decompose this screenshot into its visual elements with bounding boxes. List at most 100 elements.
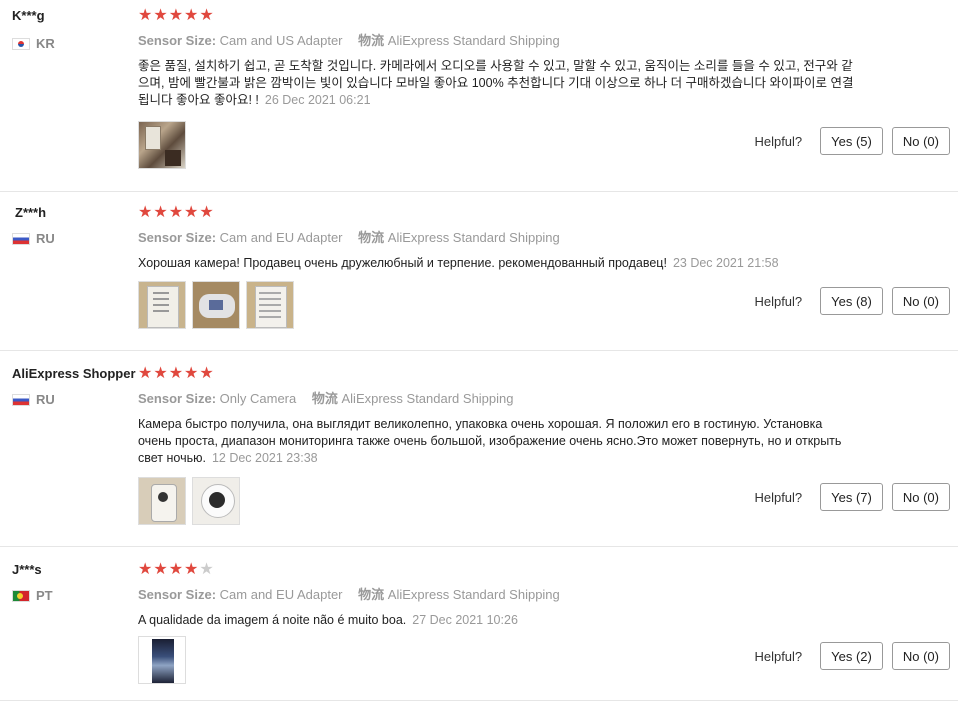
helpful-yes-button[interactable]: Yes (8) [820, 287, 883, 315]
star-filled-icon: ★ [138, 365, 154, 382]
shipping-icon: 物流 [358, 33, 385, 48]
reviewer-info: Z***h RU [12, 205, 137, 246]
helpful-no-button[interactable]: No (0) [891, 127, 950, 155]
reviewer-name: K***g [12, 8, 45, 23]
shipping-value: AliExpress Standard Shipping [387, 587, 560, 602]
review-photo[interactable] [138, 477, 186, 525]
sensor-value: Cam and EU Adapter [219, 587, 343, 602]
shipping-icon: 物流 [358, 587, 385, 602]
review-photos [138, 121, 186, 169]
review-meta: Sensor Size: Cam and EU Adapter 物流 AliEx… [138, 230, 858, 246]
helpful-no-button[interactable]: No (0) [891, 287, 950, 315]
star-filled-icon: ★ [153, 365, 169, 382]
star-filled-icon: ★ [138, 204, 154, 221]
reviewer-country: RU [12, 392, 137, 407]
helpful-yes-button[interactable]: Yes (5) [820, 127, 883, 155]
helpful-yes-button[interactable]: Yes (2) [820, 642, 883, 670]
star-filled-icon: ★ [153, 7, 169, 24]
reviewer-name: AliExpress Shopper [12, 366, 136, 381]
review-date: 12 Dec 2021 23:38 [211, 451, 318, 465]
review-body: ★★★★★ Sensor Size: Only Camera 物流 AliExp… [138, 366, 858, 467]
helpful-label: Helpful? [754, 648, 803, 664]
review-text-block: Хорошая камера! Продавец очень дружелюбн… [138, 255, 858, 272]
helpful-yes-button[interactable]: Yes (7) [820, 483, 883, 511]
shipping-icon: 物流 [358, 230, 385, 245]
shipping-value: AliExpress Standard Shipping [341, 391, 514, 406]
review-photo[interactable] [138, 636, 186, 684]
flag-ru-icon [12, 393, 30, 406]
star-filled-icon: ★ [138, 561, 154, 578]
review-item: Z***h RU ★★★★★ Sensor Size: Cam and EU A… [0, 205, 958, 351]
star-filled-icon: ★ [184, 365, 200, 382]
star-filled-icon: ★ [138, 7, 154, 24]
helpful-no-button[interactable]: No (0) [891, 642, 950, 670]
reviewer-country: PT [12, 588, 137, 603]
country-code: KR [36, 36, 55, 51]
sensor-value: Cam and EU Adapter [219, 230, 343, 245]
star-filled-icon: ★ [153, 204, 169, 221]
star-rating: ★★★★★ [138, 8, 858, 24]
review-body: ★★★★★ Sensor Size: Cam and EU Adapter 物流… [138, 205, 858, 272]
review-item: J***s PT ★★★★★ Sensor Size: Cam and EU A… [0, 562, 958, 701]
flag-kr-icon [12, 37, 30, 50]
sensor-value: Cam and US Adapter [219, 33, 343, 48]
star-filled-icon: ★ [168, 7, 185, 24]
review-photos [138, 477, 240, 525]
review-photo[interactable] [192, 281, 240, 329]
review-photos [138, 281, 294, 329]
star-filled-icon: ★ [199, 7, 215, 24]
country-code: RU [36, 231, 55, 246]
star-filled-icon: ★ [199, 204, 215, 221]
reviewer-name: J***s [12, 562, 42, 577]
sensor-label: Sensor Size: [138, 33, 217, 48]
shipping-value: AliExpress Standard Shipping [387, 33, 560, 48]
star-filled-icon: ★ [168, 561, 185, 578]
review-photos [138, 636, 186, 684]
star-filled-icon: ★ [168, 204, 185, 221]
shipping-value: AliExpress Standard Shipping [387, 230, 560, 245]
review-text-block: 좋은 품질, 설치하기 쉽고, 곧 도착할 것입니다. 카메라에서 오디오를 사… [138, 58, 858, 109]
sensor-label: Sensor Size: [138, 391, 217, 406]
flag-ru-icon [12, 232, 30, 245]
reviewer-country: KR [12, 36, 137, 51]
helpful-no-button[interactable]: No (0) [891, 483, 950, 511]
sensor-label: Sensor Size: [138, 230, 217, 245]
review-date: 26 Dec 2021 06:21 [264, 93, 371, 107]
review-date: 27 Dec 2021 10:26 [412, 613, 518, 627]
review-photo[interactable] [138, 281, 186, 329]
shipping-icon: 物流 [311, 391, 338, 406]
review-photo[interactable] [192, 477, 240, 525]
helpful-actions: Helpful? Yes (2) No (0) [754, 642, 950, 670]
country-code: RU [36, 392, 55, 407]
sensor-label: Sensor Size: [138, 587, 217, 602]
review-text: Хорошая камера! Продавец очень дружелюбн… [138, 256, 667, 270]
star-rating: ★★★★★ [138, 366, 858, 382]
review-text: 좋은 품질, 설치하기 쉽고, 곧 도착할 것입니다. 카메라에서 오디오를 사… [138, 59, 854, 107]
reviewer-info: J***s PT [12, 562, 137, 603]
helpful-label: Helpful? [754, 489, 803, 505]
review-text: A qualidade da imagem á noite não é muit… [138, 613, 407, 627]
country-code: PT [36, 588, 53, 603]
review-meta: Sensor Size: Cam and EU Adapter 物流 AliEx… [138, 587, 858, 603]
review-meta: Sensor Size: Cam and US Adapter 物流 AliEx… [138, 33, 858, 49]
review-body: ★★★★★ Sensor Size: Cam and US Adapter 物流… [138, 8, 858, 109]
helpful-label: Helpful? [754, 293, 803, 309]
star-filled-icon: ★ [153, 561, 169, 578]
reviewer-info: AliExpress Shopper RU [12, 366, 137, 407]
star-empty-icon: ★ [199, 561, 215, 578]
helpful-actions: Helpful? Yes (8) No (0) [754, 287, 950, 315]
reviewer-country: RU [12, 231, 137, 246]
review-photo[interactable] [246, 281, 294, 329]
reviewer-name: Z***h [15, 205, 47, 220]
star-filled-icon: ★ [184, 7, 200, 24]
reviewer-info: K***g KR [12, 8, 137, 51]
star-rating: ★★★★★ [138, 562, 858, 578]
review-date: 23 Dec 2021 21:58 [672, 256, 779, 270]
flag-pt-icon [12, 589, 30, 602]
star-filled-icon: ★ [184, 204, 200, 221]
review-photo[interactable] [138, 121, 186, 169]
review-item: K***g KR ★★★★★ Sensor Size: Cam and US A… [0, 8, 958, 192]
star-filled-icon: ★ [168, 365, 185, 382]
review-meta: Sensor Size: Only Camera 物流 AliExpress S… [138, 391, 858, 407]
star-rating: ★★★★★ [138, 205, 858, 221]
